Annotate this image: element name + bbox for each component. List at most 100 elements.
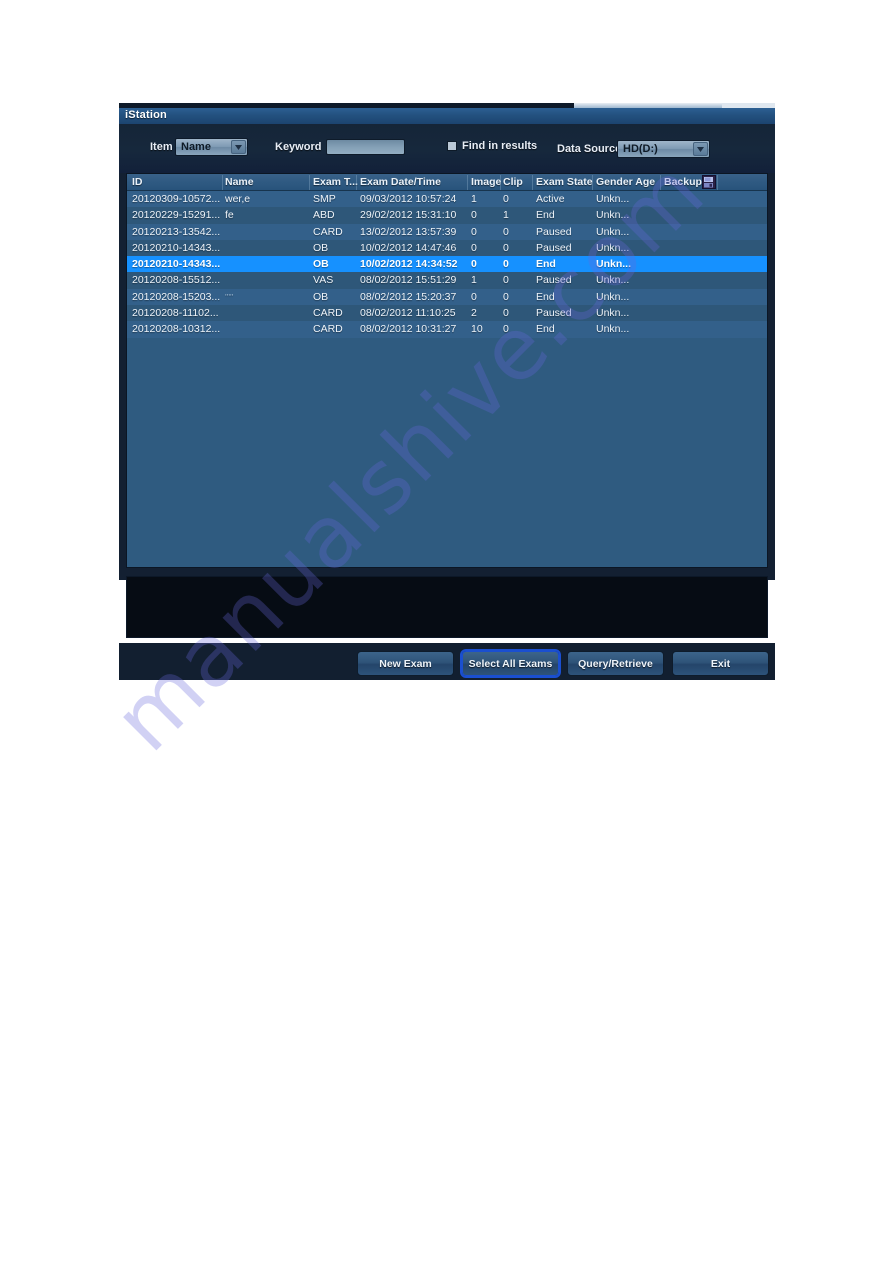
column-divider[interactable] xyxy=(592,175,593,190)
column-header-name[interactable]: Name xyxy=(225,176,254,188)
column-divider[interactable] xyxy=(660,175,661,190)
cell-image: 2 xyxy=(471,307,477,320)
chevron-down-icon[interactable] xyxy=(693,142,708,156)
exit-button[interactable]: Exit xyxy=(672,651,769,676)
cell-id: 20120229-15291... xyxy=(132,209,221,222)
exam-list[interactable]: ID Name Exam T... Exam Date/Time Image C… xyxy=(126,173,768,568)
column-header-exam-state[interactable]: Exam State xyxy=(536,176,593,188)
cell-gender-age: Unkn... xyxy=(596,258,632,271)
cell-id: 20120208-11102... xyxy=(132,307,219,320)
cell-state: Paused xyxy=(536,241,572,254)
cell-gender-age: Unkn... xyxy=(596,307,630,320)
column-divider[interactable] xyxy=(467,175,468,190)
cell-id: 20120210-14343... xyxy=(132,241,221,254)
query-retrieve-button[interactable]: Query/Retrieve xyxy=(567,651,664,676)
column-divider[interactable] xyxy=(222,175,223,190)
image-preview-panel xyxy=(126,576,768,638)
cell-clip: 0 xyxy=(503,290,509,303)
chevron-down-icon[interactable] xyxy=(231,140,246,154)
cell-gender-age: Unkn... xyxy=(596,225,630,238)
cell-id: 20120208-10312... xyxy=(132,323,221,336)
table-row[interactable]: 20120229-15291... fe ABD 29/02/2012 15:31:1… xyxy=(127,207,767,224)
cell-clip: 0 xyxy=(503,258,509,271)
cell-clip: 0 xyxy=(503,193,509,205)
new-exam-button[interactable]: New Exam xyxy=(357,651,454,676)
cell-exam-type: OB xyxy=(313,290,329,303)
column-divider[interactable] xyxy=(500,175,501,190)
cell-gender-age: Unkn... xyxy=(596,241,630,254)
cell-datetime: 29/02/2012 15:31:10 xyxy=(360,209,457,222)
cell-datetime: 08/02/2012 11:10:25 xyxy=(360,307,456,320)
cell-exam-type: CARD xyxy=(313,307,343,320)
find-in-results-checkbox[interactable] xyxy=(447,141,457,151)
table-row[interactable]: 20120208-15203...,,,,, OB 08/02/2012 15:20… xyxy=(127,288,767,306)
floppy-disk-icon[interactable] xyxy=(702,175,716,189)
cell-exam-type: CARD xyxy=(313,323,343,336)
cell-state: Paused xyxy=(536,307,572,320)
column-divider[interactable] xyxy=(309,175,310,190)
cell-clip: 0 xyxy=(503,274,509,287)
column-divider[interactable] xyxy=(717,175,718,190)
item-label: Item xyxy=(150,141,173,153)
column-divider[interactable] xyxy=(532,175,533,190)
dialog-footer: New Exam Select All Exams Query/Retrieve… xyxy=(119,643,775,680)
cell-id: 20120208-15203... xyxy=(132,290,221,303)
cell-exam-type: CARD xyxy=(313,225,343,238)
cell-datetime: 08/02/2012 15:51:29 xyxy=(360,274,457,287)
cell-image: 1 xyxy=(471,274,477,287)
cell-exam-type: SMP xyxy=(313,193,336,205)
cell-state: End xyxy=(536,323,555,336)
item-select[interactable]: Name xyxy=(175,138,248,156)
cell-name: fe xyxy=(225,209,234,222)
column-header-datetime[interactable]: Exam Date/Time xyxy=(360,176,441,188)
cell-id: 20120210-14343... xyxy=(132,258,221,271)
cell-state: End xyxy=(536,209,555,222)
cell-exam-type: ABD xyxy=(313,209,335,222)
cell-datetime: 08/02/2012 15:20:37 xyxy=(360,290,457,303)
cell-gender-age: Unkn... xyxy=(596,209,630,222)
cell-clip: 0 xyxy=(503,323,509,336)
cell-state: End xyxy=(536,258,556,271)
istation-dialog: iStation Item Name Keyword Find in resul… xyxy=(119,103,775,680)
select-all-exams-button[interactable]: Select All Exams xyxy=(462,651,559,676)
cell-id: 20120213-13542... xyxy=(132,225,221,238)
column-header-id[interactable]: ID xyxy=(132,176,143,188)
cell-exam-type: VAS xyxy=(313,274,334,287)
column-header-gender-age[interactable]: Gender Age xyxy=(596,176,655,188)
cell-gender-age: Unkn... xyxy=(596,290,630,303)
exam-list-rows: 20120309-10572... wer,e SMP 09/03/2012 10:5… xyxy=(127,191,767,338)
table-row[interactable]: 20120210-14343... OB 10/02/2012 14:47:46 0 0… xyxy=(127,239,767,257)
title-bar: iStation xyxy=(119,108,775,124)
column-header-backup[interactable]: Backup xyxy=(664,176,702,188)
column-header-exam-type[interactable]: Exam T... xyxy=(313,176,358,188)
cell-clip: 1 xyxy=(503,209,509,222)
cell-state: End xyxy=(536,290,555,303)
column-header-clip[interactable]: Clip xyxy=(503,176,523,188)
cell-image: 0 xyxy=(471,258,477,271)
table-row[interactable]: 20120208-15512... VAS 08/02/2012 15:51:29 1… xyxy=(127,272,767,289)
cell-image: 0 xyxy=(471,241,477,254)
table-row[interactable]: 20120213-13542... CARD 13/02/2012 13:57:39… xyxy=(127,223,767,240)
cell-gender-age: Unkn... xyxy=(596,193,630,205)
table-row[interactable]: 20120210-14343... OB 10/02/2012 14:34:52 0 0… xyxy=(127,256,767,273)
keyword-label: Keyword xyxy=(275,141,322,153)
exam-list-header: ID Name Exam T... Exam Date/Time Image C… xyxy=(127,174,767,191)
column-header-image[interactable]: Image xyxy=(471,176,501,188)
cell-clip: 0 xyxy=(503,225,509,238)
cell-gender-age: Unkn... xyxy=(596,323,630,336)
find-in-results-label: Find in results xyxy=(462,140,538,152)
page-root: iStation Item Name Keyword Find in resul… xyxy=(0,0,893,1263)
keyword-input[interactable] xyxy=(326,139,405,155)
cell-gender-age: Unkn... xyxy=(596,274,630,287)
cell-state: Paused xyxy=(536,225,572,238)
table-row[interactable]: 20120208-11102... CARD 08/02/2012 11:10:25… xyxy=(127,305,767,322)
column-divider[interactable] xyxy=(356,175,357,190)
cell-image: 0 xyxy=(471,209,477,222)
data-source-select[interactable]: HD(D:) xyxy=(617,140,710,158)
cell-datetime: 13/02/2012 13:57:39 xyxy=(360,225,457,238)
table-row[interactable]: 20120208-10312... CARD 08/02/2012 10:31:27… xyxy=(127,321,767,338)
table-row[interactable]: 20120309-10572... wer,e SMP 09/03/2012 10:5… xyxy=(127,191,767,208)
data-source-value: HD(D:) xyxy=(623,143,658,155)
cell-exam-type: OB xyxy=(313,241,329,254)
item-select-value: Name xyxy=(181,141,211,153)
